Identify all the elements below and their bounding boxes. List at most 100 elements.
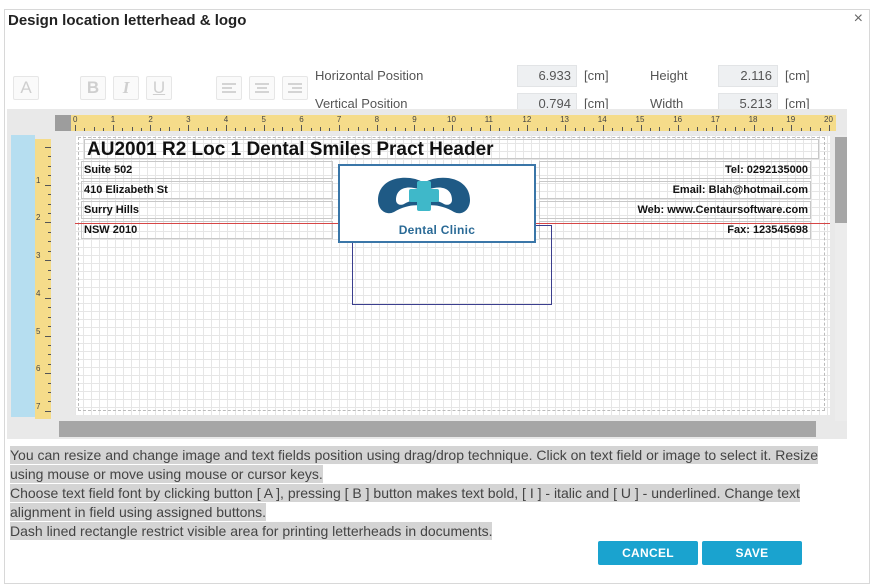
align-left-icon[interactable] [216,76,242,100]
ruler-tick-label: 13 [560,115,569,124]
ruler-tick [753,125,755,131]
ruler-tick-label: 3 [36,251,41,261]
ruler-tick [744,128,746,131]
ruler-tick [329,128,331,131]
ruler-tick [442,128,444,131]
ruler-tick [715,125,717,131]
ruler-tick [395,127,397,131]
ruler-tick [282,127,284,131]
underline-button[interactable]: U [146,76,172,100]
ruler-tick [48,269,51,271]
horizontal-scrollbar[interactable] [59,421,816,437]
ruler-tick [631,128,633,131]
ruler-tick-label: 0 [73,115,78,124]
bold-button[interactable]: B [80,76,106,100]
ruler-tick-label: 1 [36,175,41,185]
ruler-tick-label: 5 [36,326,41,336]
ruler-tick-label: 8 [374,115,380,124]
ruler-tick [621,127,623,131]
ruler-tick-label: 20 [824,115,833,124]
ruler-tick [320,127,322,131]
ruler-tick-label: 10 [447,115,456,124]
ruler-tick [357,127,359,131]
ruler-tick [45,260,51,262]
ruler-tick [48,401,51,403]
align-right-icon[interactable] [282,76,308,100]
ruler-tick-label: 1 [110,115,116,124]
ruler-tick-label: 7 [336,115,342,124]
ruler-tick [48,156,51,158]
ruler-tick [810,127,812,131]
ruler-tick [338,125,340,131]
save-button[interactable]: SAVE [702,541,802,565]
ruler-tick [640,125,642,131]
ruler-tick [452,125,453,131]
ruler-tick [376,125,378,131]
ruler-tick [45,184,51,186]
ruler-tick [45,410,51,412]
help-line: You can resize and change image and text… [10,446,819,483]
ruler-tick [706,128,708,131]
tooth-logo-icon [378,177,470,214]
ruler-tick [772,127,774,131]
horizontal-position-field[interactable]: 6.933 [517,65,577,87]
ruler-tick [48,344,51,346]
side-strip [11,135,35,417]
horizontal-unit: [cm] [584,68,609,83]
ruler-tick-label: 4 [223,115,229,124]
ruler-tick [178,128,180,131]
design-canvas[interactable]: 0 1 2 3 4 5 6 7 8 9 10 11 12 13 14 15 16 17 18 19 20 1234567… [7,109,847,439]
ruler-tick [244,127,246,131]
logo-image[interactable]: Dental Clinic [338,164,536,243]
ruler-tick [45,147,51,148]
letterhead-page[interactable]: AU2001 R2 Loc 1 Dental Smiles Pract Head… [75,135,830,415]
vertical-scrollbar-thumb[interactable] [835,137,847,223]
ruler-tick-label: 5 [261,115,266,124]
ruler-tick [687,128,689,131]
ruler-tick [140,128,142,131]
ruler-tick [536,128,538,131]
address-line-field[interactable]: Suite 502 [81,161,333,179]
font-button[interactable]: A [13,76,39,100]
ruler-tick [583,127,585,131]
close-icon[interactable]: × [854,10,863,28]
ruler-tick [546,127,548,131]
ruler-tick [800,128,802,131]
align-center-icon[interactable] [249,76,275,100]
ruler-tick [602,125,604,131]
contact-line-field[interactable]: Email: Blah@hotmail.com [539,181,811,199]
horizontal-ruler: 0 1 2 3 4 5 6 7 8 9 10 11 12 13 14 15 16 17 18 19 20 [59,115,836,131]
ruler-tick [697,127,699,131]
ruler-tick-label: 9 [412,115,417,124]
italic-button[interactable]: I [113,76,139,100]
contact-line-field[interactable]: Web: www.Centaursoftware.com [539,201,811,219]
ruler-tick [235,128,237,131]
header-text-field[interactable]: AU2001 R2 Loc 1 Dental Smiles Pract Head… [84,139,819,159]
ruler-tick [48,278,51,280]
ruler-tick-label: 2 [36,213,41,223]
ruler-tick-label: 11 [484,115,493,124]
ruler-tick [508,127,510,131]
cancel-button[interactable]: CANCEL [598,541,698,565]
ruler-tick [593,128,595,131]
height-field[interactable]: 2.116 [718,65,778,87]
vertical-ruler: 1 2 3 4 5 6 7 [35,139,51,419]
ruler-tick-label: 12 [522,115,532,124]
height-unit: [cm] [785,68,810,83]
ruler-tick [45,335,51,337]
ruler-tick [188,125,190,131]
logo-caption: Dental Clinic [398,223,476,237]
ruler-tick [565,125,567,131]
ruler-corner [55,115,71,131]
ruler-tick [461,128,463,131]
ruler-tick [48,363,51,365]
address-line-field[interactable]: Surry Hills [81,201,333,219]
ruler-tick-label: 15 [635,115,645,124]
contact-line-field[interactable]: Tel: 0292135000 [539,161,811,179]
address-line-field[interactable]: 410 Elizabeth St [81,181,333,199]
ruler-tick [48,288,51,290]
ruler-tick [159,128,161,131]
ruler-tick-label: 14 [597,115,607,124]
ruler-tick [781,128,783,131]
ruler-tick [169,127,171,131]
